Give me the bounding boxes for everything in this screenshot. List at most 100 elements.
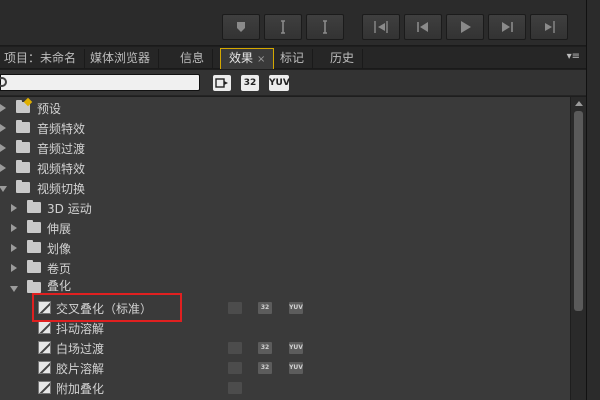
folder-icon <box>16 140 30 153</box>
accelerated-effect-icon <box>228 382 242 394</box>
tree-item-label: 胶片溶解 <box>56 362 105 376</box>
accelerated-effect-icon <box>228 342 242 354</box>
tree-item-label: 视频切换 <box>37 182 86 196</box>
play-icon <box>461 21 471 33</box>
go-to-out-button[interactable] <box>530 14 568 40</box>
folder-icon <box>27 200 41 213</box>
tab-history[interactable]: 历史 <box>322 49 364 69</box>
tree-effect-additive-dissolve[interactable]: 附加叠化 <box>0 378 570 398</box>
32bit-badge: 32 <box>258 302 272 314</box>
tree-item-label: 划像 <box>47 242 72 256</box>
tree-folder-presets[interactable]: 预设 <box>0 98 570 118</box>
expand-arrow-icon[interactable] <box>0 164 6 172</box>
folder-icon <box>16 160 30 173</box>
tab-label: 历史 <box>330 51 355 65</box>
tree-effect-film-dissolve[interactable]: 胶片溶解 32 YUV <box>0 358 570 378</box>
tree-folder-audio-transitions[interactable]: 音频过渡 <box>0 138 570 158</box>
folder-icon <box>16 180 30 193</box>
tree-folder-audio-effects[interactable]: 音频特效 <box>0 118 570 138</box>
tree-item-label: 伸展 <box>47 222 72 236</box>
transport-toolbar <box>0 0 600 46</box>
tab-label: 信息 <box>180 51 205 65</box>
tree-folder-page-peel[interactable]: 卷页 <box>0 258 570 278</box>
mark-in-icon <box>281 20 285 34</box>
tab-label: 效果 <box>229 51 254 65</box>
scroll-up-icon[interactable] <box>575 101 583 106</box>
search-input[interactable] <box>0 74 200 91</box>
scrollbar-thumb[interactable] <box>574 111 583 311</box>
selection-highlight-box <box>32 293 182 322</box>
folder-icon <box>27 260 41 273</box>
tree-folder-3d-motion[interactable]: 3D 运动 <box>0 198 570 218</box>
tree-folder-video-transitions[interactable]: 视频切换 <box>0 178 570 198</box>
expand-arrow-icon[interactable] <box>11 244 17 252</box>
yuv-badge: YUV <box>289 302 303 314</box>
adjacent-panel-edge <box>586 0 600 400</box>
tree-item-label: 3D 运动 <box>47 202 92 216</box>
expand-arrow-icon[interactable] <box>11 264 17 272</box>
tree-effect-dip-to-white[interactable]: 白场过渡 32 YUV <box>0 338 570 358</box>
tree-folder-video-effects[interactable]: 视频特效 <box>0 158 570 178</box>
32bit-badge: 32 <box>258 342 272 354</box>
yuv-badge: YUV <box>289 342 303 354</box>
mark-out-button[interactable] <box>306 14 344 40</box>
go-to-in-button[interactable] <box>362 14 400 40</box>
expand-arrow-icon[interactable] <box>0 124 6 132</box>
folder-icon <box>27 280 41 293</box>
transition-effect-icon <box>38 381 51 394</box>
tree-folder-iris[interactable]: 划像 <box>0 238 570 258</box>
expand-arrow-icon[interactable] <box>0 104 6 112</box>
vertical-scrollbar[interactable] <box>570 97 586 400</box>
marker-icon <box>237 22 245 32</box>
go-to-in-icon <box>374 21 388 33</box>
accelerated-effects-filter-button[interactable] <box>213 75 231 91</box>
tree-item-label: 附加叠化 <box>56 382 105 396</box>
collapse-arrow-icon[interactable] <box>0 186 7 192</box>
panel-tab-bar: 项目：未命名 媒体浏览器 信息 效果 × 标记 历史 ▾≡ <box>0 47 586 69</box>
tree-item-label: 叠化 <box>47 279 72 293</box>
play-button[interactable] <box>446 14 484 40</box>
effects-tree: 预设 音频特效 音频过渡 视频特效 视频切换 3D 运动 伸展 划像 卷页 叠化… <box>0 97 570 400</box>
transition-effect-icon <box>38 361 51 374</box>
panel-menu-icon[interactable]: ▾≡ <box>560 51 580 65</box>
tree-item-label: 卷页 <box>47 262 72 276</box>
expand-arrow-icon[interactable] <box>0 144 6 152</box>
tab-info[interactable]: 信息 <box>172 49 214 69</box>
tree-item-label: 音频过渡 <box>37 142 86 156</box>
tab-label: 项目：未命名 <box>4 51 77 65</box>
32bit-badge: 32 <box>258 362 272 374</box>
transition-effect-icon <box>38 341 51 354</box>
tree-item-label: 白场过渡 <box>56 342 105 356</box>
step-forward-button[interactable] <box>488 14 526 40</box>
tab-label: 媒体浏览器 <box>90 51 151 65</box>
accelerated-effects-icon <box>215 78 228 88</box>
go-to-out-icon <box>545 21 555 33</box>
tab-effects[interactable]: 效果 × <box>220 48 275 69</box>
tab-label: 标记 <box>280 51 305 65</box>
step-back-button[interactable] <box>404 14 442 40</box>
tree-folder-stretch[interactable]: 伸展 <box>0 218 570 238</box>
mark-out-icon <box>323 20 327 34</box>
tree-item-label: 抖动溶解 <box>56 322 105 336</box>
tab-project[interactable]: 项目：未命名 <box>0 49 86 69</box>
tab-media-browser[interactable]: 媒体浏览器 <box>82 49 160 69</box>
tab-markers[interactable]: 标记 <box>272 49 314 69</box>
tree-item-label: 音频特效 <box>37 122 86 136</box>
mark-in-button[interactable] <box>264 14 302 40</box>
transition-effect-icon <box>38 321 51 334</box>
accelerated-effect-icon <box>228 362 242 374</box>
yuv-filter-button[interactable]: YUV <box>269 75 290 91</box>
folder-icon <box>27 240 41 253</box>
tree-item-label: 视频特效 <box>37 162 86 176</box>
tree-item-label: 预设 <box>37 102 62 116</box>
search-bar: 32 YUV <box>0 70 586 96</box>
tab-close-icon[interactable]: × <box>257 54 265 65</box>
add-marker-button[interactable] <box>222 14 260 40</box>
32bit-filter-button[interactable]: 32 <box>241 75 259 91</box>
accelerated-effect-icon <box>228 302 242 314</box>
expand-arrow-icon[interactable] <box>11 224 17 232</box>
preset-folder-icon <box>16 100 30 113</box>
folder-icon <box>16 120 30 133</box>
collapse-arrow-icon[interactable] <box>10 286 18 292</box>
expand-arrow-icon[interactable] <box>11 204 17 212</box>
